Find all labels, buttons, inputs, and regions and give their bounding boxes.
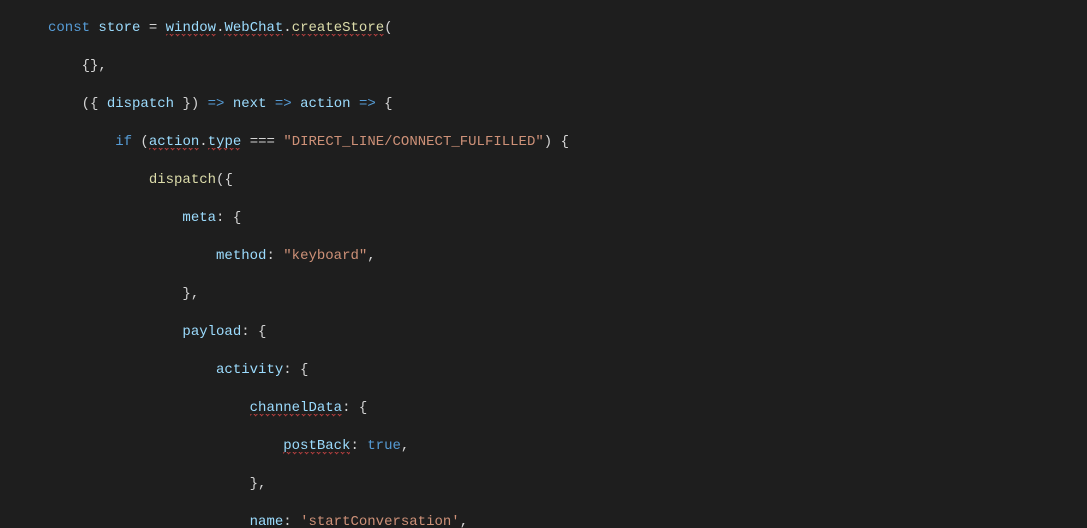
prop-method: method [216, 248, 266, 264]
code-line: if (action.type === "DIRECT_LINE/CONNECT… [48, 133, 1087, 152]
code-editor[interactable]: const store = window.WebChat.createStore… [0, 0, 1087, 528]
code-line: const store = window.WebChat.createStore… [48, 19, 1087, 38]
op-eqeqeq: === [250, 134, 275, 150]
code-line: activity: { [48, 361, 1087, 380]
var-window: window [166, 20, 216, 37]
code-line: }, [48, 475, 1087, 494]
prop-type: type [208, 134, 242, 151]
keyword-const: const [48, 20, 90, 36]
prop-channelData: channelData [250, 400, 342, 417]
fn-createStore: createStore [292, 20, 384, 37]
code-line: name: 'startConversation', [48, 513, 1087, 528]
code-line: postBack: true, [48, 437, 1087, 456]
code-line: method: "keyboard", [48, 247, 1087, 266]
code-line: channelData: { [48, 399, 1087, 418]
string-keyboard: "keyboard" [283, 248, 367, 264]
prop-activity: activity [216, 362, 283, 378]
var-webchat: WebChat [224, 20, 283, 37]
code-line: dispatch({ [48, 171, 1087, 190]
keyword-if: if [115, 134, 132, 150]
code-line: meta: { [48, 209, 1087, 228]
prop-name: name [250, 514, 284, 528]
var-dispatch: dispatch [107, 96, 174, 112]
var-action: action [300, 96, 350, 112]
keyword-true: true [367, 438, 401, 454]
string-startConversation: 'startConversation' [300, 514, 460, 528]
var-action-type: action [149, 134, 199, 151]
prop-payload: payload [182, 324, 241, 340]
code-line: payload: { [48, 323, 1087, 342]
string-connect-fulfilled: "DIRECT_LINE/CONNECT_FULFILLED" [283, 134, 543, 150]
prop-meta: meta [182, 210, 216, 226]
code-line: ({ dispatch }) => next => action => { [48, 95, 1087, 114]
var-next: next [233, 96, 267, 112]
prop-postBack: postBack [283, 438, 350, 455]
var-store: store [98, 20, 140, 36]
fn-dispatch: dispatch [149, 172, 216, 188]
code-line: }, [48, 285, 1087, 304]
code-line: {}, [48, 57, 1087, 76]
